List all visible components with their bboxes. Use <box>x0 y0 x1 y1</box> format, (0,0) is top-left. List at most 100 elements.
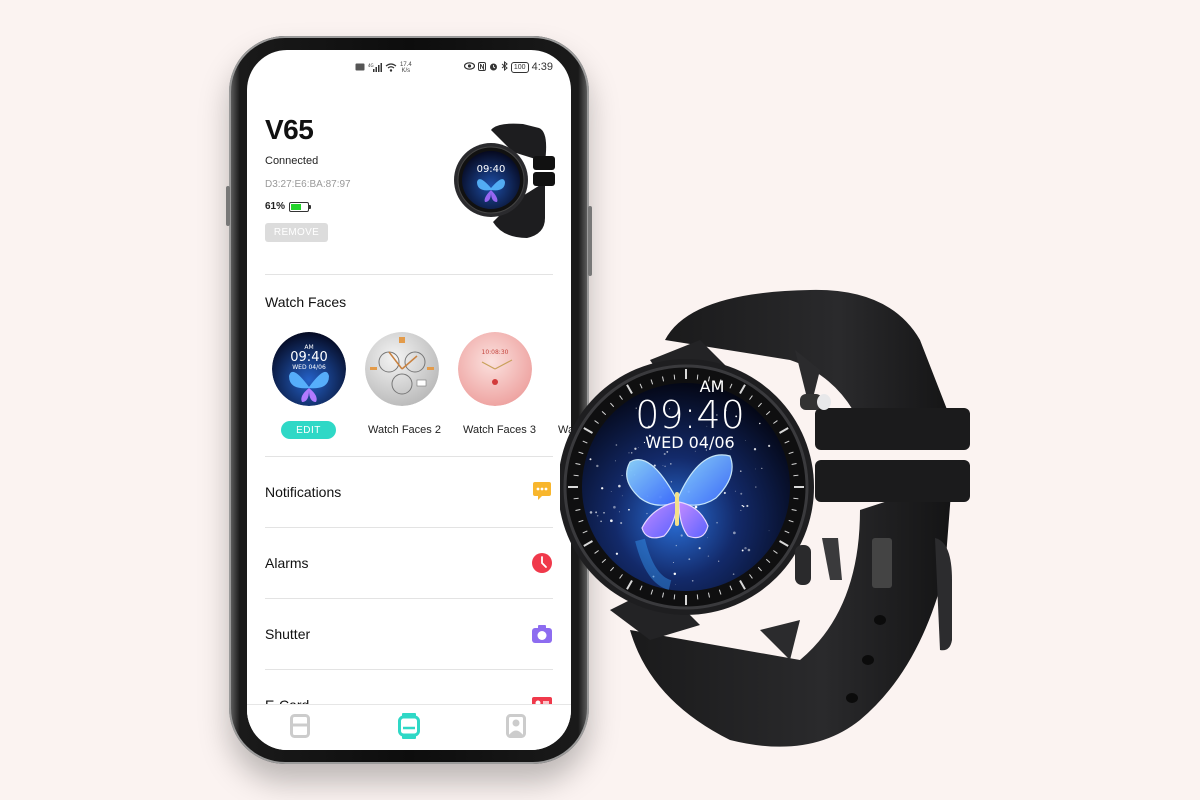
star <box>669 463 672 465</box>
star <box>740 492 743 495</box>
star <box>664 465 666 468</box>
star <box>753 448 757 451</box>
star <box>733 531 736 535</box>
eye-icon <box>463 62 475 72</box>
status-bar: 4G 17.4 K/s 100 4:39 <box>247 60 571 76</box>
bluetooth-icon <box>501 60 508 73</box>
star <box>615 552 619 555</box>
bezel-tick <box>696 594 699 600</box>
bottom-tab-bar <box>247 704 571 750</box>
star <box>628 508 630 511</box>
star <box>755 468 756 470</box>
star <box>673 572 677 576</box>
dashboard-icon <box>290 713 310 743</box>
star <box>646 512 648 515</box>
star <box>653 464 656 467</box>
star <box>601 487 604 490</box>
product-watch-date: WED 04/06 <box>645 433 734 452</box>
watch-face-current[interactable]: AM 09:40 WED 04/06 <box>272 332 346 406</box>
star <box>603 512 605 514</box>
tab-profile[interactable] <box>503 713 529 743</box>
star <box>595 511 598 514</box>
star <box>634 447 637 450</box>
menu-item-alarms[interactable]: Alarms <box>265 528 553 598</box>
svg-text:4G: 4G <box>368 63 374 68</box>
star <box>718 560 720 562</box>
bezel-tick <box>673 594 676 600</box>
star <box>628 452 630 454</box>
watch-face-2-label: Watch Faces 2 <box>368 424 441 436</box>
chat-bubble-icon <box>531 481 553 503</box>
mac-address: D3:27:E6:BA:87:97 <box>265 179 351 190</box>
watch-faces-title: Watch Faces <box>265 294 347 310</box>
star <box>672 562 674 563</box>
star <box>734 490 736 492</box>
bezel-tick <box>793 474 799 477</box>
face-time: 09:40 <box>290 350 327 365</box>
star <box>670 481 673 483</box>
menu-item-notifications[interactable]: Notifications <box>265 457 553 527</box>
star <box>613 505 616 509</box>
star <box>747 548 751 552</box>
star <box>740 509 742 511</box>
star <box>596 464 599 468</box>
watch-icon <box>398 712 420 744</box>
device-name: V65 <box>265 114 314 145</box>
phone-mockup: 4G 17.4 K/s 100 4:39 V65 Connected D3:27… <box>226 36 592 764</box>
watch-face-3-label: Watch Faces 3 <box>463 424 536 436</box>
star <box>618 484 621 488</box>
star <box>663 452 666 456</box>
star <box>618 511 620 513</box>
bezel-tick <box>793 497 799 500</box>
product-watch-image: AM 09:40 WED 04/06 <box>560 289 970 747</box>
watch-face-2[interactable] <box>365 332 439 406</box>
star <box>589 511 593 514</box>
alarm-clock-icon <box>531 552 553 574</box>
star <box>754 486 757 488</box>
watch-face-3[interactable]: 10:08:30 <box>458 332 532 406</box>
edit-watch-face-button[interactable]: EDIT <box>281 421 336 439</box>
star <box>589 458 592 461</box>
star <box>741 504 743 507</box>
star <box>621 475 623 477</box>
star <box>691 579 694 582</box>
phone-side-button <box>226 186 230 226</box>
star <box>620 522 623 525</box>
star <box>614 460 616 462</box>
bezel-tick <box>573 497 579 500</box>
watch-faces-carousel[interactable]: AM 09:40 WED 04/06 10:08:30 EDIT Watch F… <box>247 332 571 452</box>
star <box>680 534 683 537</box>
star <box>615 444 618 446</box>
star <box>662 465 664 466</box>
star <box>688 558 691 561</box>
tab-device[interactable] <box>396 712 422 744</box>
star <box>610 519 613 523</box>
phone-battery: 100 <box>510 61 529 73</box>
star <box>741 549 744 552</box>
face-date: WED 04/06 <box>292 364 326 371</box>
menu-item-shutter[interactable]: Shutter <box>265 599 553 669</box>
hd-icon <box>355 63 365 73</box>
star <box>759 422 761 425</box>
star <box>739 470 742 472</box>
phone-screen: 4G 17.4 K/s 100 4:39 V65 Connected D3:27… <box>247 50 571 750</box>
bezel-tick <box>673 374 676 380</box>
menu-label: Notifications <box>265 484 342 500</box>
network-speed-unit: K/s <box>401 68 411 74</box>
wifi-icon <box>385 62 397 74</box>
star <box>716 521 718 524</box>
bezel-tick <box>696 374 699 380</box>
star <box>631 452 633 454</box>
svg-text:10:08:30: 10:08:30 <box>482 349 509 356</box>
star <box>637 447 639 448</box>
profile-icon <box>506 713 526 743</box>
star <box>621 495 623 497</box>
star <box>768 444 771 447</box>
remove-device-button[interactable]: REMOVE <box>265 223 328 242</box>
star <box>610 491 612 492</box>
star <box>707 555 710 557</box>
star <box>768 530 770 532</box>
tab-dashboard[interactable] <box>287 713 313 743</box>
product-watch-time: 09:40 <box>635 393 745 437</box>
svg-text:09:40: 09:40 <box>477 164 506 175</box>
